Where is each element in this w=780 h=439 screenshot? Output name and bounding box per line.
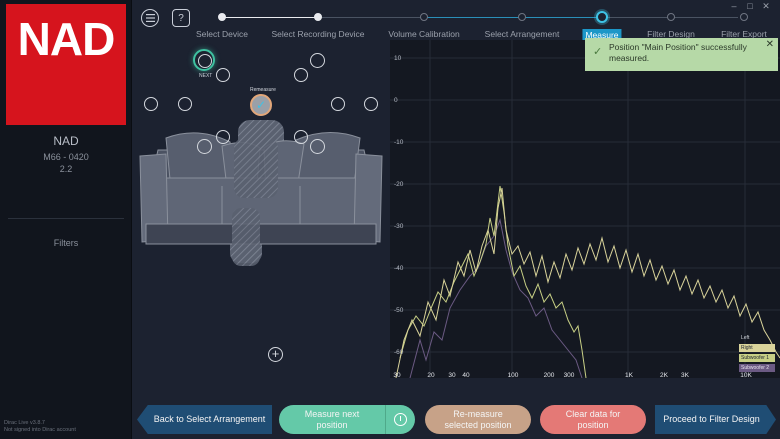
y-tick: 0	[394, 97, 398, 104]
x-tick: 30	[393, 372, 401, 379]
step-dot-select-recording-device[interactable]	[314, 13, 322, 21]
hamburger-menu-icon	[145, 14, 155, 22]
measure-next-line1: Measure next	[304, 408, 360, 419]
sidebar-divider	[8, 218, 124, 219]
mic-position[interactable]	[294, 68, 308, 82]
legend-title: Left	[741, 335, 750, 341]
timer-icon	[394, 413, 407, 426]
back-to-select-arrangement-button[interactable]: Back to Select Arrangement	[137, 405, 272, 434]
step-label-select-device[interactable]: Select Device	[196, 29, 248, 39]
mic-position[interactable]	[197, 139, 212, 154]
y-tick: 10	[394, 55, 402, 62]
account-status: Not signed into Dirac account	[4, 427, 76, 433]
clear-position-data-button[interactable]: Clear data for position	[540, 405, 646, 434]
sidebar-item-filters[interactable]: Filters	[0, 238, 132, 248]
maximize-button[interactable]: □	[743, 1, 757, 11]
remeasure-line2: selected position	[444, 419, 512, 430]
clear-line2: position	[577, 419, 609, 430]
proceed-to-filter-design-button[interactable]: Proceed to Filter Design	[655, 405, 776, 434]
mic-position[interactable]	[294, 130, 308, 144]
checkmark-icon: ✓	[593, 46, 603, 58]
remeasure-line1: Re-measure	[453, 408, 503, 419]
y-tick: -20	[394, 181, 404, 188]
mic-position[interactable]	[310, 139, 325, 154]
x-tick: 30	[448, 372, 456, 379]
step-label-select-recording-device[interactable]: Select Recording Device	[271, 29, 364, 39]
step-dot-filter-design[interactable]	[667, 13, 675, 21]
x-tick: 20	[427, 372, 435, 379]
minimize-button[interactable]: –	[727, 1, 741, 11]
step-dot-select-device[interactable]	[218, 13, 226, 21]
step-label-select-arrangement[interactable]: Select Arrangement	[485, 29, 560, 39]
y-tick: -50	[394, 307, 404, 314]
device-model: M66 - 0420	[43, 152, 89, 162]
sidebar: NAD NAD M66 - 0420 2.2 Filters Dirac Liv…	[0, 0, 132, 439]
remeasure-selected-position-button[interactable]: Re-measure selected position	[425, 405, 531, 434]
step-dot-select-arrangement[interactable]	[518, 13, 526, 21]
mic-position-measured[interactable]: ✓	[250, 94, 272, 116]
version-text: Dirac Live v3.8.7	[4, 420, 45, 426]
x-tick: 200	[543, 372, 555, 379]
mic-position[interactable]	[310, 53, 325, 68]
step-dot-filter-export[interactable]	[740, 13, 748, 21]
stepper-line-done	[222, 17, 318, 18]
x-tick: 10K	[740, 372, 752, 379]
device-version: 2.2	[59, 164, 73, 174]
x-tick: 40	[462, 372, 470, 379]
add-position-button[interactable]: +	[268, 347, 283, 362]
plus-icon: +	[271, 346, 280, 361]
menu-button[interactable]	[141, 9, 159, 27]
success-notification: ✓ Position "Main Position" successfully …	[585, 38, 778, 71]
help-icon: ?	[178, 12, 184, 24]
step-dot-measure[interactable]	[596, 11, 608, 23]
mic-position[interactable]	[144, 97, 158, 111]
trace-subwoofer-1	[399, 185, 587, 379]
frequency-response-graph	[390, 40, 780, 379]
sofa-illustration	[139, 108, 383, 266]
remeasure-label: Remeasure	[250, 87, 276, 93]
measure-next-position-button[interactable]: Measure next position	[279, 405, 385, 434]
sidebar-footer: Dirac Live v3.8.7 Not signed into Dirac …	[4, 420, 76, 434]
step-label-volume-calibration[interactable]: Volume Calibration	[388, 29, 459, 39]
legend-item-subwoofer-1[interactable]: Subwoofer 1	[739, 354, 775, 362]
mic-position[interactable]	[216, 68, 230, 82]
clear-line1: Clear data for	[565, 408, 621, 419]
mic-position-next[interactable]	[193, 49, 215, 71]
x-tick: 2K	[660, 372, 668, 379]
mic-position[interactable]	[216, 130, 230, 144]
mic-position[interactable]	[331, 97, 345, 111]
y-tick: -10	[394, 139, 404, 146]
stepper-line-progress	[424, 17, 602, 18]
trace-subwoofer-2	[409, 218, 583, 379]
timer-button[interactable]	[385, 405, 415, 434]
checkmark-icon: ✓	[255, 98, 267, 112]
close-notification-button[interactable]: ✕	[766, 39, 774, 50]
y-tick: -30	[394, 223, 404, 230]
mic-position[interactable]	[178, 97, 192, 111]
x-tick: 300	[563, 372, 575, 379]
logo-text: NAD	[17, 13, 116, 65]
legend-item-right[interactable]: Right	[739, 344, 775, 352]
notification-text-line1: Position "Main Position" successfully	[609, 42, 747, 52]
notification-text-line2: measured.	[609, 53, 650, 63]
step-dot-volume-calibration[interactable]	[420, 13, 428, 21]
measure-next-line2: position	[316, 419, 348, 430]
help-button[interactable]: ?	[172, 9, 190, 27]
x-tick: 3K	[681, 372, 689, 379]
y-tick: -40	[394, 265, 404, 272]
x-tick: 1K	[625, 372, 633, 379]
legend-item-subwoofer-2[interactable]: Subwoofer 2	[739, 364, 775, 372]
nad-logo: NAD	[6, 4, 126, 125]
next-label: NEXT	[199, 73, 213, 79]
close-window-button[interactable]: ✕	[759, 1, 773, 12]
y-tick: -60	[394, 349, 404, 356]
mic-position[interactable]	[364, 97, 378, 111]
device-name: NAD	[53, 134, 79, 148]
app-window: NAD NAD M66 - 0420 2.2 Filters Dirac Liv…	[0, 0, 780, 439]
graph-canvas	[390, 40, 780, 379]
x-tick: 100	[507, 372, 519, 379]
